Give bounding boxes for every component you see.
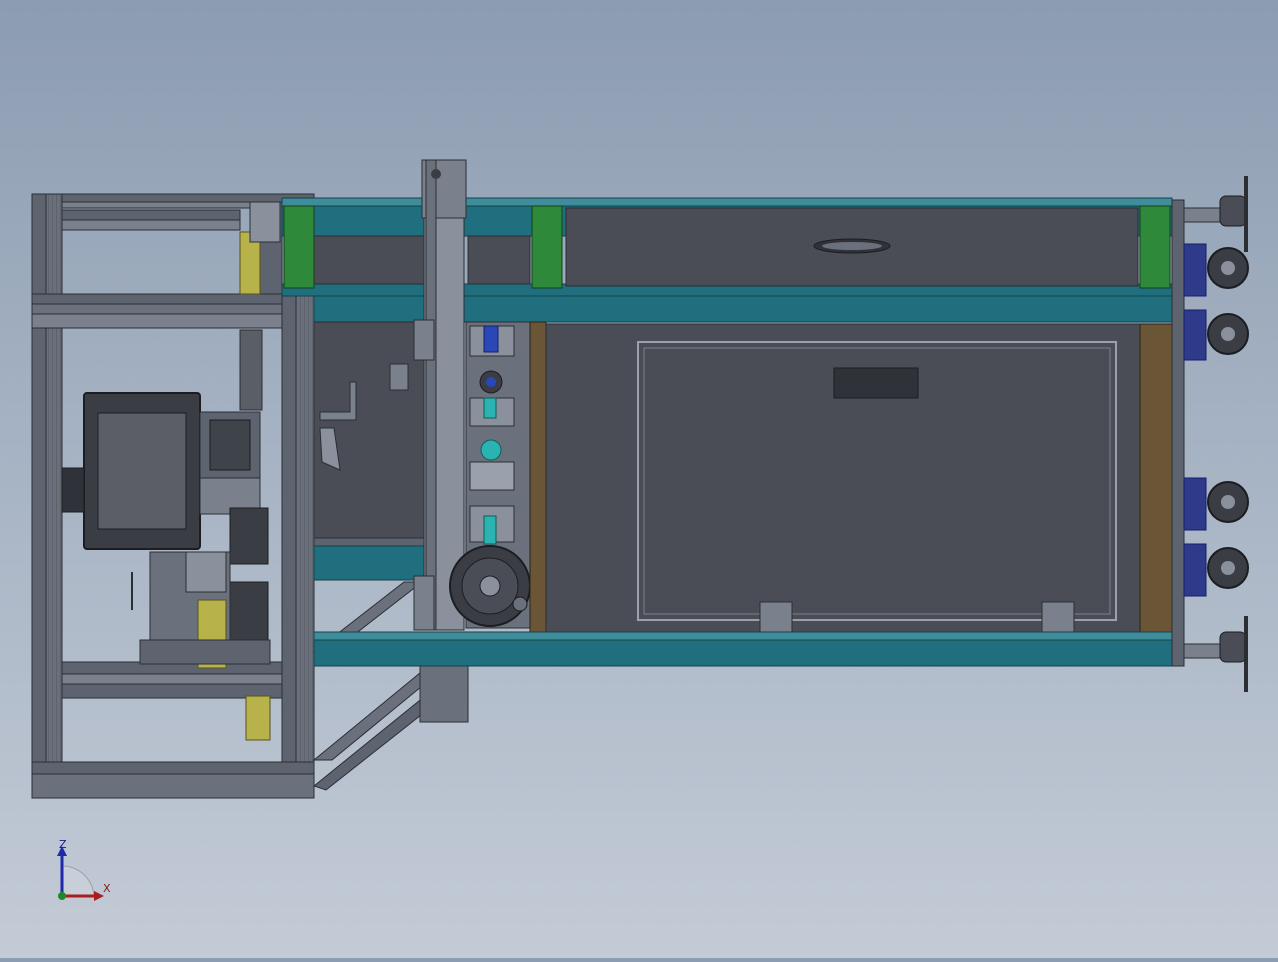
triad-z-label: Z [59,838,67,851]
bottom-beam[interactable] [313,631,1173,667]
main-cabinet[interactable] [529,321,1173,637]
cad-model-drawing[interactable] [0,0,1278,958]
inner-chamber[interactable] [313,321,427,581]
handwheel-icon[interactable] [449,545,531,627]
hmi-monitor[interactable] [61,392,201,550]
cad-viewport[interactable] [0,0,1278,958]
caster-wheel-icon[interactable] [1171,176,1249,692]
view-triad-icon[interactable] [57,846,104,901]
hinge-right[interactable] [1041,601,1075,633]
cabinet-label-plate [833,367,919,399]
hinge-left[interactable] [759,601,793,633]
top-beam[interactable] [281,197,1173,297]
triad-x-label: X [103,882,111,895]
